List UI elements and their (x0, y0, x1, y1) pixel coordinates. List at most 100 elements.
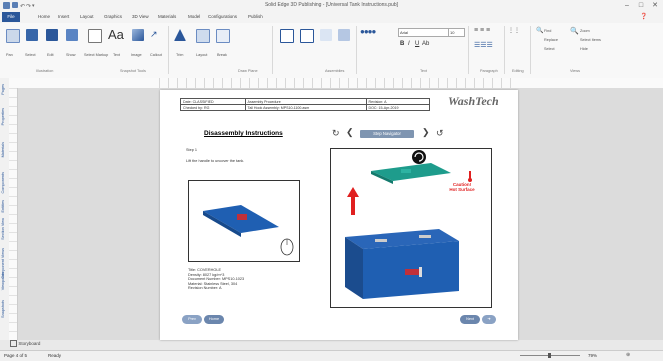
trim-label: Trim (176, 53, 184, 57)
minimize-button[interactable]: – (620, 1, 634, 10)
search-icon[interactable]: 🔍 (536, 27, 543, 34)
group-separator (504, 26, 505, 74)
bold-button[interactable]: B (400, 41, 404, 47)
panel-tab-section-view[interactable]: Section View (1, 218, 8, 240)
page-count: Page 4 of 5 (4, 353, 28, 358)
text-icon[interactable]: Aa (108, 27, 124, 42)
replay-icon[interactable]: ↺ (436, 128, 444, 139)
select-icon[interactable] (26, 29, 38, 41)
assembly-explode-icon[interactable] (320, 29, 332, 41)
zoom-label[interactable]: Zoom (580, 29, 590, 33)
help-icon[interactable]: ❓ (640, 13, 647, 20)
assembly-config-icon[interactable] (338, 29, 350, 41)
page-heading: Disassembly Instructions (204, 130, 283, 137)
color-palette-icon[interactable]: ●●●● (360, 27, 376, 36)
font-name-input[interactable]: Arial (398, 28, 449, 37)
font-size-input[interactable]: 10 (448, 28, 465, 37)
document-page[interactable]: Date: CLASSIFIED Assembly Procedure Revi… (160, 90, 518, 340)
find-label[interactable]: Find (544, 29, 551, 33)
panel-tab-properties[interactable]: Properties (1, 108, 8, 125)
fit-page-icon[interactable]: ⊕ (626, 352, 630, 358)
panel-tab-components[interactable]: Components (1, 172, 8, 194)
list-icons[interactable]: ☰☰☰ (474, 41, 493, 49)
zoom-slider-thumb[interactable] (548, 353, 551, 358)
panel-tab-viewpoints[interactable]: Viewpoints (1, 272, 8, 290)
pan-icon[interactable] (6, 29, 20, 43)
edit-icon[interactable] (46, 29, 58, 41)
show-icon[interactable] (66, 29, 78, 41)
tab-3d-view[interactable]: 3D View (132, 14, 149, 19)
meta-cell: Checked by: RG (180, 104, 246, 111)
editing-icons[interactable]: ⋮⋮ (508, 27, 520, 34)
trim-icon[interactable] (174, 29, 186, 41)
group-label-illustration: Illustration (36, 69, 54, 73)
panel-tab-pages[interactable]: Pages (1, 84, 8, 95)
break-icon[interactable] (216, 29, 230, 43)
assembly-view-icon[interactable] (280, 29, 294, 43)
select-views-label[interactable]: Select (544, 47, 555, 51)
break-label: Break (217, 53, 227, 57)
maximize-button[interactable]: □ (634, 1, 648, 10)
tab-graphics[interactable]: Graphics (104, 14, 122, 19)
layout-label: Layout (196, 53, 208, 57)
panel-tab-entities[interactable]: Entities (1, 200, 8, 212)
zoom-icon[interactable]: 🔍 (570, 27, 579, 35)
align-icons[interactable]: ≡ ≡ ≡ (474, 27, 490, 34)
group-separator (272, 26, 273, 74)
step-text: Lift the handle to uncover the tank. (186, 159, 245, 163)
image-label: Image (131, 53, 142, 57)
group-separator (168, 26, 169, 74)
tab-publish[interactable]: Publish (248, 14, 263, 19)
meta-cell: DOC: 15-Apr-2019 (365, 104, 431, 111)
select-label: Select (25, 53, 36, 57)
vruler-ticks (9, 88, 17, 340)
select-markup-icon[interactable] (88, 29, 102, 43)
next-step-icon[interactable]: ❯ (422, 127, 430, 138)
show-label: Show (66, 53, 76, 57)
text-style-button[interactable]: Ab (422, 41, 429, 47)
next-page-button[interactable]: Next (460, 315, 480, 324)
group-label-editing: Editing (512, 69, 524, 73)
select-items-label[interactable]: Select Items (580, 38, 601, 42)
home-button[interactable]: Home (204, 315, 224, 324)
previous-step-icon[interactable]: ❮ (346, 127, 354, 138)
storyboard-toggle[interactable]: Storyboard (10, 340, 110, 350)
tab-model[interactable]: Model (188, 14, 200, 19)
image-icon[interactable] (132, 29, 144, 41)
prev-page-button[interactable]: Prev (182, 315, 202, 324)
layout-icon[interactable] (196, 29, 210, 43)
reset-icon[interactable]: ↻ (332, 128, 340, 139)
assembly-section-icon[interactable] (300, 29, 314, 43)
status-text: Ready (48, 353, 62, 358)
part-info: Title: COVERHOLE Density: 8027 kg/m^3 Do… (188, 268, 244, 291)
replace-label[interactable]: Replace (544, 38, 558, 42)
group-label-views: Views (570, 69, 581, 73)
tab-materials[interactable]: Materials (158, 14, 176, 19)
callout-icon[interactable]: ↗ (150, 29, 158, 40)
panel-tab-materials[interactable]: Materials (1, 142, 8, 157)
tab-layout[interactable]: Layout (80, 14, 94, 19)
hide-label[interactable]: Hide (580, 47, 588, 51)
step-navigator-button[interactable]: Step Navigator (360, 130, 414, 138)
tab-file[interactable]: File (2, 12, 20, 22)
tab-configurations[interactable]: Configurations (208, 14, 237, 19)
select-markup-label: Select Markup (84, 53, 109, 57)
tab-home[interactable]: Home (38, 14, 50, 19)
group-label-snapshot-tools: Snapshot Tools (120, 69, 146, 73)
status-bar: Page 4 of 5 Ready 79% ⊕ (0, 350, 663, 361)
panel-tab-snapshots[interactable]: Snapshots (1, 300, 8, 318)
ruler-ticks (159, 78, 519, 88)
meta-row: Checked by: RG Tall Hook Assembly: MPS10… (180, 104, 431, 111)
group-label-assemblies: Assemblies (325, 69, 345, 73)
close-button[interactable]: ✕ (648, 1, 662, 10)
underline-button[interactable]: U (415, 41, 419, 47)
italic-button[interactable]: I (408, 41, 410, 47)
step-title: Step 1 (186, 148, 197, 152)
tab-insert[interactable]: Insert (58, 14, 69, 19)
3d-view-panel[interactable] (330, 148, 492, 308)
storyboard-checkbox[interactable] (10, 340, 17, 347)
meta-cell: Tall Hook Assembly: MPS10-1100.asm (244, 104, 367, 111)
step-thumbnail[interactable] (188, 180, 300, 262)
storyboard-label: Storyboard (18, 340, 41, 346)
forward-arrow-icon[interactable]: ➜ (482, 315, 496, 324)
